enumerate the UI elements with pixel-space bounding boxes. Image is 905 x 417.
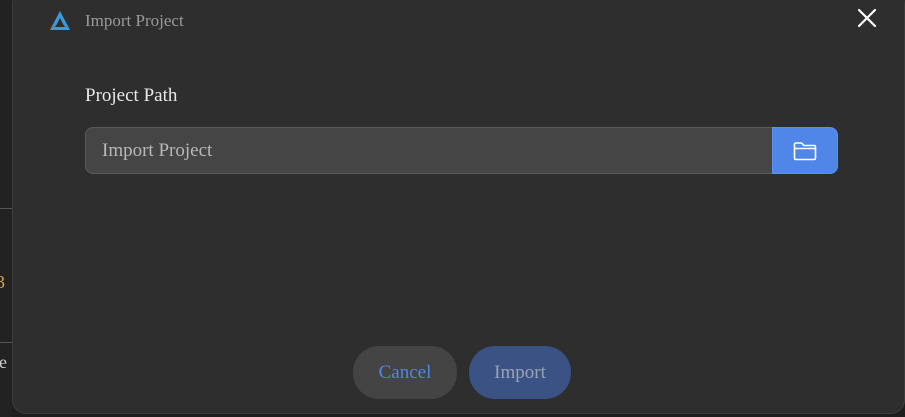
footer-divider [13,331,904,332]
import-button[interactable]: Import [469,346,571,399]
project-path-input[interactable] [85,127,772,174]
browse-folder-button[interactable] [772,127,838,174]
app-logo-icon [50,11,70,30]
project-path-field-group [85,127,838,174]
dialog-header: Import Project [49,9,184,33]
background-divider [0,342,12,343]
import-project-dialog: Import Project Project Path Cancel Impor… [12,0,905,414]
background-divider [0,208,12,209]
background-app-edge: 3 je [0,0,12,417]
close-button[interactable] [856,7,878,29]
dialog-title: Import Project [85,11,184,30]
project-path-label: Project Path [85,85,178,106]
close-icon [857,8,877,28]
cancel-button[interactable]: Cancel [353,346,457,399]
background-partial-text: je [0,352,7,372]
folder-icon [793,141,817,160]
background-partial-text: 3 [0,272,5,292]
